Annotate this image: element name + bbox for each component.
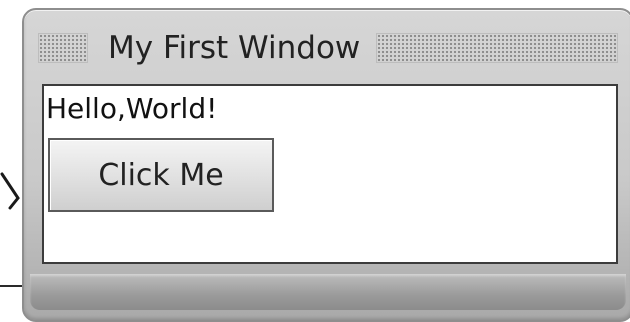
window-title: My First Window (108, 29, 361, 66)
click-me-button[interactable]: Click Me (48, 138, 274, 212)
drag-grip-left[interactable] (38, 33, 88, 63)
window-bottom-bar (30, 274, 626, 310)
title-bar[interactable]: My First Window (34, 20, 622, 76)
background-stroke (0, 172, 20, 210)
window[interactable]: My First Window Hello,World! Click Me (22, 8, 630, 322)
window-content: Hello,World! Click Me (42, 84, 618, 264)
greeting-label: Hello,World! (46, 92, 218, 125)
drag-grip-right[interactable] (376, 33, 618, 63)
